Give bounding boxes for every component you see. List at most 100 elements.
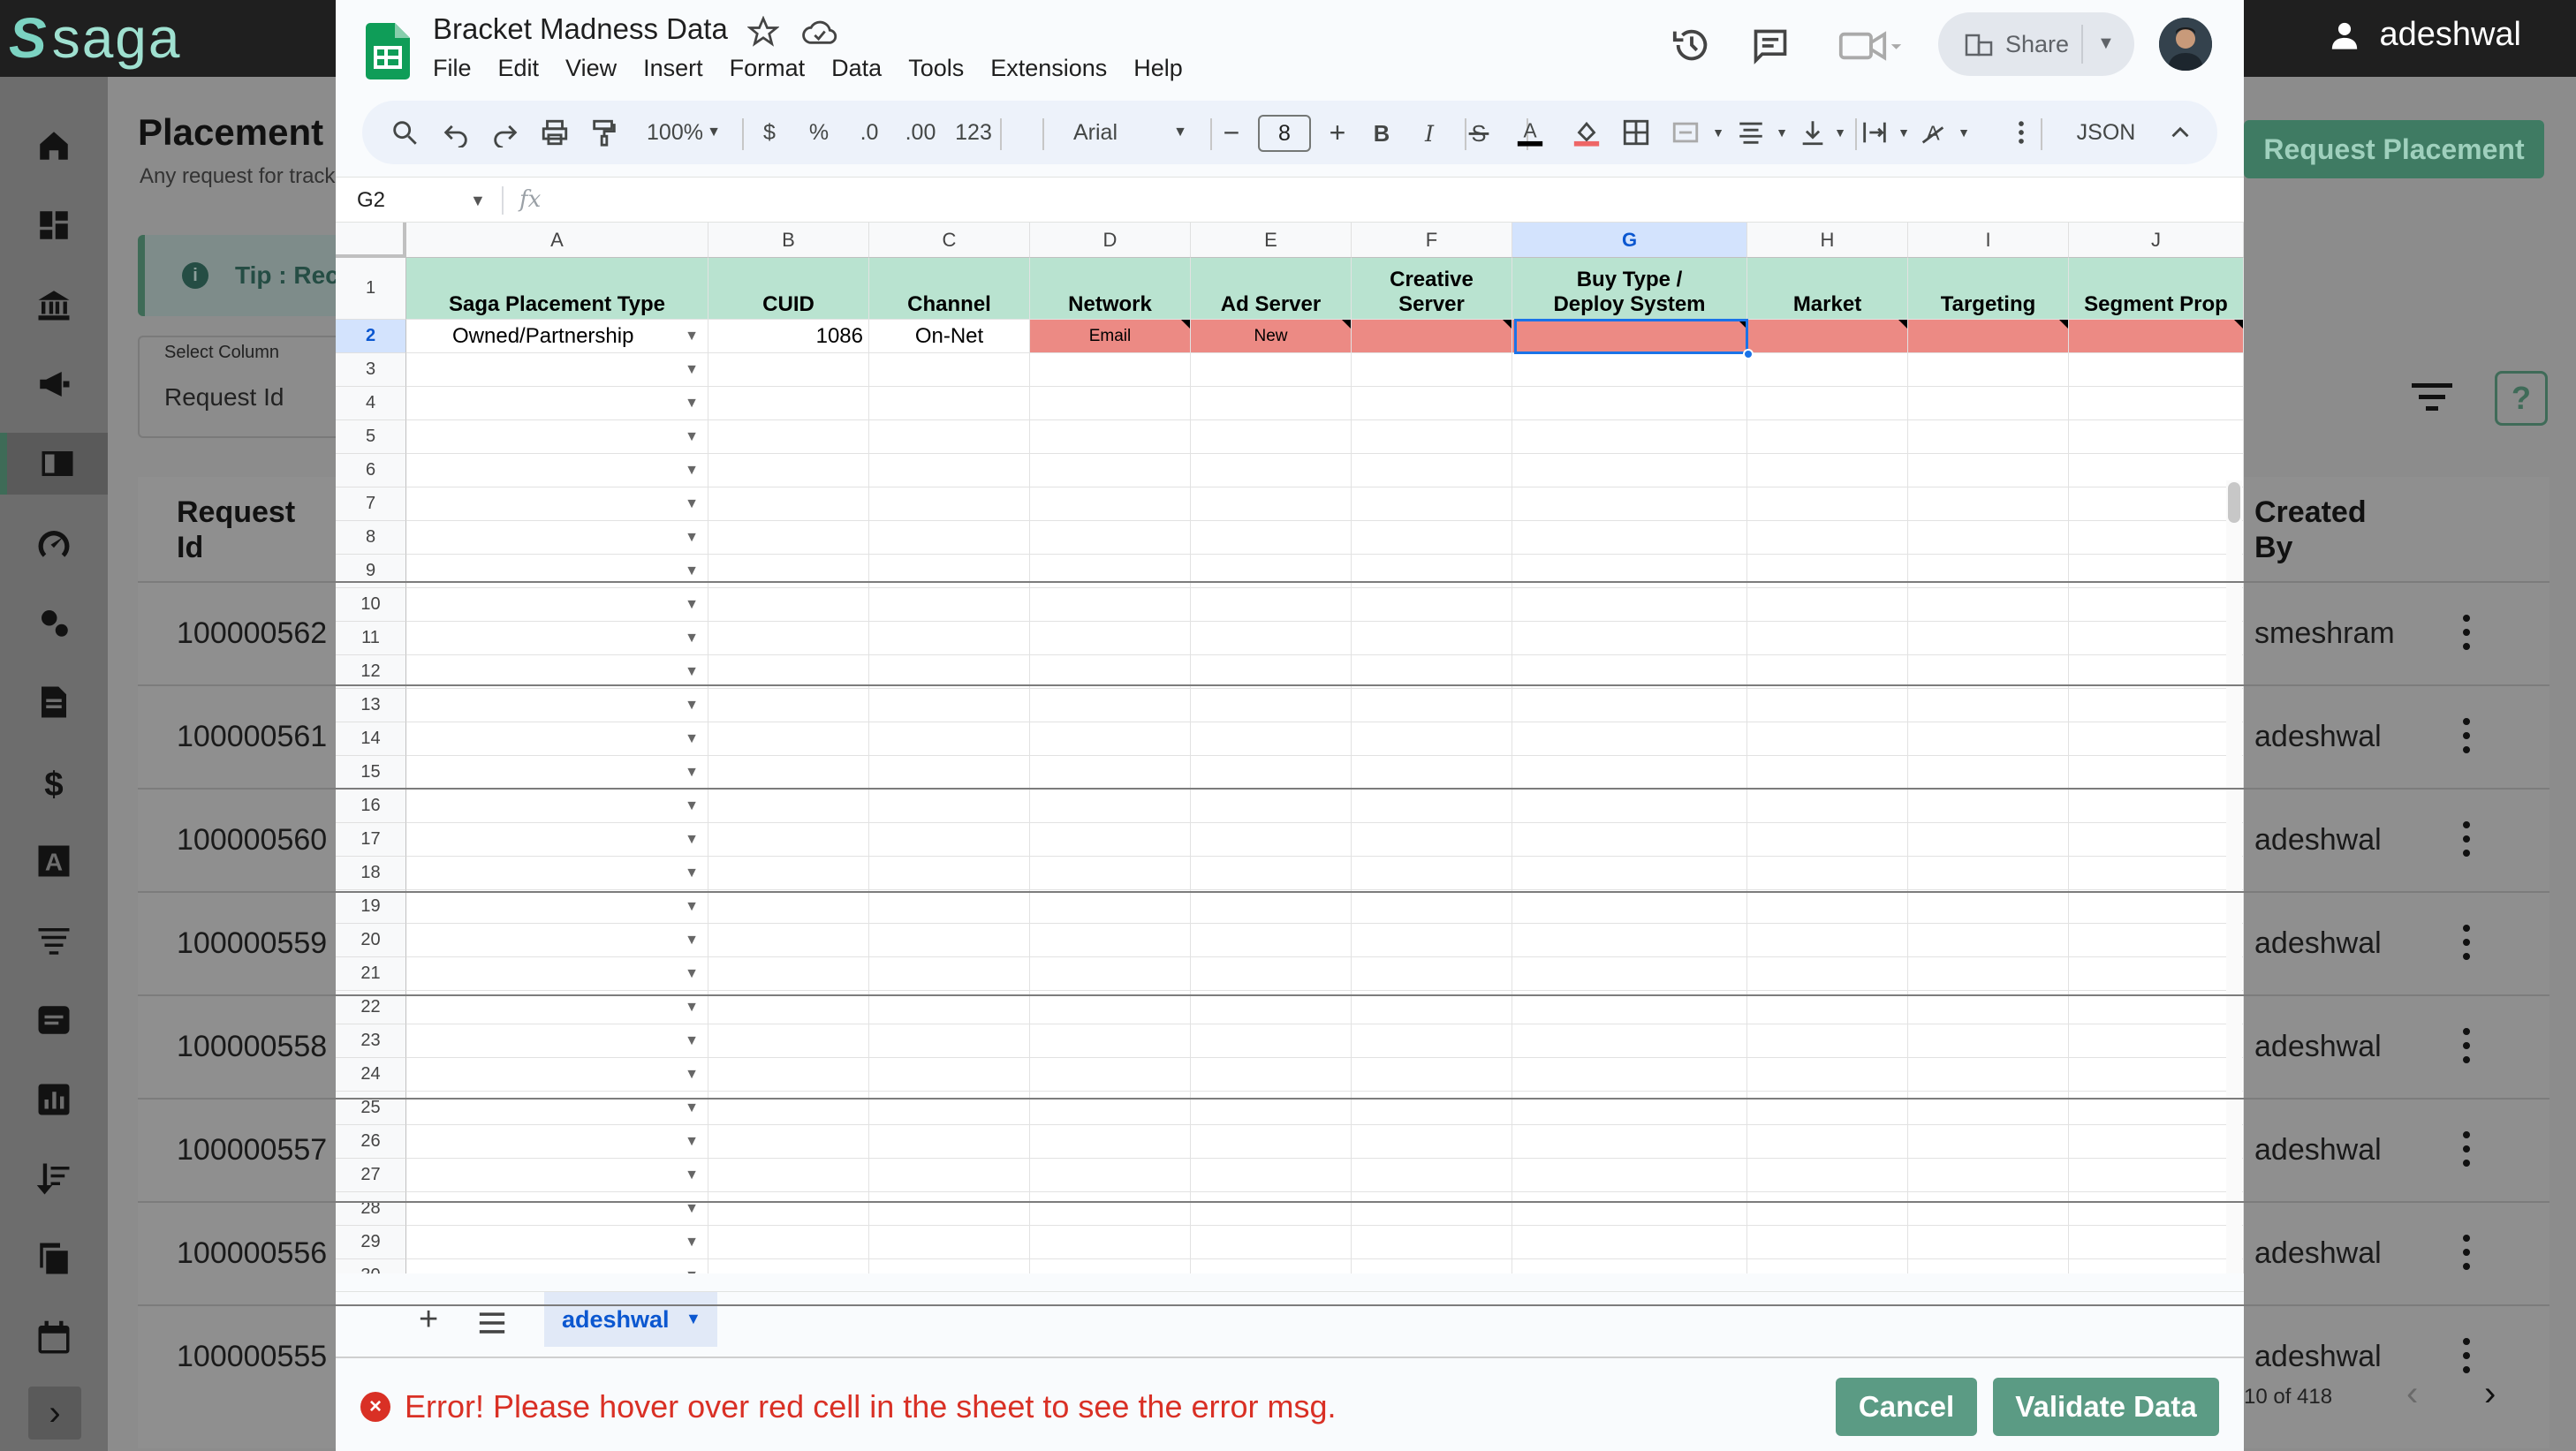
grid-cell[interactable] <box>1747 521 1908 555</box>
cell-dropdown-icon[interactable]: ▼ <box>685 530 699 546</box>
cloud-status-icon[interactable] <box>802 18 837 48</box>
cell-dropdown-icon[interactable]: ▼ <box>685 463 699 479</box>
column-header-b[interactable]: B <box>708 223 869 258</box>
grid-cell[interactable] <box>1191 454 1352 487</box>
search-button[interactable] <box>387 101 422 164</box>
grid-cell[interactable] <box>2069 353 2244 387</box>
grid-cell[interactable] <box>708 521 869 555</box>
json-button[interactable]: JSON <box>2071 101 2141 164</box>
grid-cell[interactable]: ▼ <box>406 487 708 521</box>
sidebar-item-message[interactable] <box>0 989 108 1051</box>
more-options-icon[interactable] <box>2461 820 2472 858</box>
grid-cell[interactable] <box>1352 454 1512 487</box>
row-header-7[interactable]: 7 <box>336 487 406 521</box>
grid-cell[interactable] <box>1512 487 1747 521</box>
grid-cell[interactable] <box>1191 420 1352 454</box>
toolbar-dropdown-icon[interactable]: ▼ <box>1832 101 1848 164</box>
grid-cell[interactable] <box>1030 387 1191 420</box>
vertical-align-button[interactable] <box>1795 101 1830 164</box>
grid-cell[interactable] <box>1512 454 1747 487</box>
text-rotation-button[interactable]: A <box>1915 101 1951 164</box>
cell-dropdown-icon[interactable]: ▼ <box>685 563 699 579</box>
cell-dropdown-icon[interactable]: ▼ <box>685 496 699 512</box>
more-options-icon[interactable] <box>2461 1233 2472 1272</box>
sidebar-item-dashboard[interactable] <box>0 194 108 256</box>
grid-cell[interactable] <box>1512 387 1747 420</box>
print-button[interactable] <box>537 101 572 164</box>
horizontal-align-button[interactable] <box>1733 101 1769 164</box>
grid-cell[interactable]: ▼ <box>406 387 708 420</box>
row-header-3[interactable]: 3 <box>336 353 406 387</box>
grid-cell[interactable] <box>1030 454 1191 487</box>
grid-cell[interactable] <box>1747 387 1908 420</box>
header-cell-f[interactable]: Creative Server <box>1352 258 1512 320</box>
grid-cell[interactable] <box>1908 487 2069 521</box>
grid-cell[interactable] <box>2069 454 2244 487</box>
sidebar-item-copy[interactable] <box>0 1228 108 1289</box>
collapse-toolbar-button[interactable] <box>2163 101 2198 164</box>
decrease-decimal-button[interactable]: .0 <box>853 101 885 164</box>
grid-cell[interactable] <box>869 353 1030 387</box>
version-history-icon[interactable] <box>1671 25 1712 65</box>
column-header-created-by[interactable]: Created By <box>2254 495 2396 565</box>
merge-cells-button[interactable] <box>1668 101 1703 164</box>
star-icon[interactable] <box>747 16 779 48</box>
increase-font-size-icon[interactable]: + <box>1322 101 1353 164</box>
column-header-a[interactable]: A <box>406 223 708 258</box>
toolbar-dropdown-icon[interactable]: ▼ <box>1896 101 1912 164</box>
vertical-scroll-thumb[interactable] <box>2228 482 2240 523</box>
cell-dropdown-icon[interactable]: ▼ <box>685 396 699 412</box>
fill-color-button[interactable] <box>1569 101 1604 164</box>
cell-c2[interactable]: On-Net <box>869 320 1030 353</box>
grid-cell[interactable] <box>1030 353 1191 387</box>
more-options-icon[interactable] <box>2461 1026 2472 1065</box>
grid-cell[interactable] <box>1191 521 1352 555</box>
column-header-h[interactable]: H <box>1747 223 1908 258</box>
redo-button[interactable] <box>488 101 523 164</box>
grid-cell[interactable] <box>1191 487 1352 521</box>
decrease-font-size-icon[interactable]: − <box>1216 101 1247 164</box>
table-row[interactable]: 100000559 adeshwal <box>138 891 2549 994</box>
grid-cell[interactable] <box>1747 487 1908 521</box>
header-cell-e[interactable]: Ad Server <box>1191 258 1352 320</box>
table-row[interactable]: 100000561 adeshwal <box>138 684 2549 788</box>
grid-cell[interactable] <box>1030 420 1191 454</box>
sidebar-item-gears[interactable] <box>0 592 108 654</box>
grid-cell[interactable] <box>1352 420 1512 454</box>
font-size-input[interactable]: 8 <box>1258 115 1311 152</box>
row-header-6[interactable]: 6 <box>336 454 406 487</box>
menu-data[interactable]: Data <box>831 55 882 82</box>
increase-decimal-button[interactable]: .00 <box>901 101 940 164</box>
grid-cell[interactable] <box>1352 387 1512 420</box>
filter-icon[interactable] <box>2412 380 2452 415</box>
column-header-e[interactable]: E <box>1191 223 1352 258</box>
row-header-4[interactable]: 4 <box>336 387 406 420</box>
sidebar-item-speedometer[interactable] <box>0 512 108 574</box>
grid-cell[interactable] <box>869 387 1030 420</box>
avatar[interactable] <box>2159 18 2212 71</box>
cell-e2[interactable]: New <box>1191 320 1352 353</box>
grid-cell[interactable] <box>1908 420 2069 454</box>
zoom-select[interactable]: 100% <box>640 101 710 164</box>
grid-cell[interactable] <box>1191 353 1352 387</box>
cell-a2[interactable]: Owned/Partnership ▼ <box>406 320 708 353</box>
column-header-c[interactable]: C <box>869 223 1030 258</box>
more-options-icon[interactable] <box>2461 923 2472 962</box>
grid-cell[interactable] <box>1512 420 1747 454</box>
table-row[interactable]: 100000562 smeshram <box>138 581 2549 684</box>
grid-cell[interactable] <box>1030 487 1191 521</box>
document-title[interactable]: Bracket Madness Data <box>433 12 728 46</box>
cell-h2[interactable] <box>1747 320 1908 353</box>
grid-cell[interactable] <box>869 454 1030 487</box>
grid-cell[interactable] <box>1352 521 1512 555</box>
borders-button[interactable] <box>1618 101 1654 164</box>
more-options-icon[interactable] <box>2461 1130 2472 1168</box>
column-header-d[interactable]: D <box>1030 223 1191 258</box>
grid-cell[interactable] <box>708 387 869 420</box>
cell-i2[interactable] <box>1908 320 2069 353</box>
menu-file[interactable]: File <box>433 55 472 82</box>
select-column-dropdown[interactable]: Select Column Request Id <box>138 336 350 438</box>
request-placement-button[interactable]: Request Placement <box>2244 120 2544 178</box>
zoom-dropdown-icon[interactable]: ▼ <box>705 101 723 164</box>
share-button[interactable]: Share ▼ <box>1938 12 2134 76</box>
